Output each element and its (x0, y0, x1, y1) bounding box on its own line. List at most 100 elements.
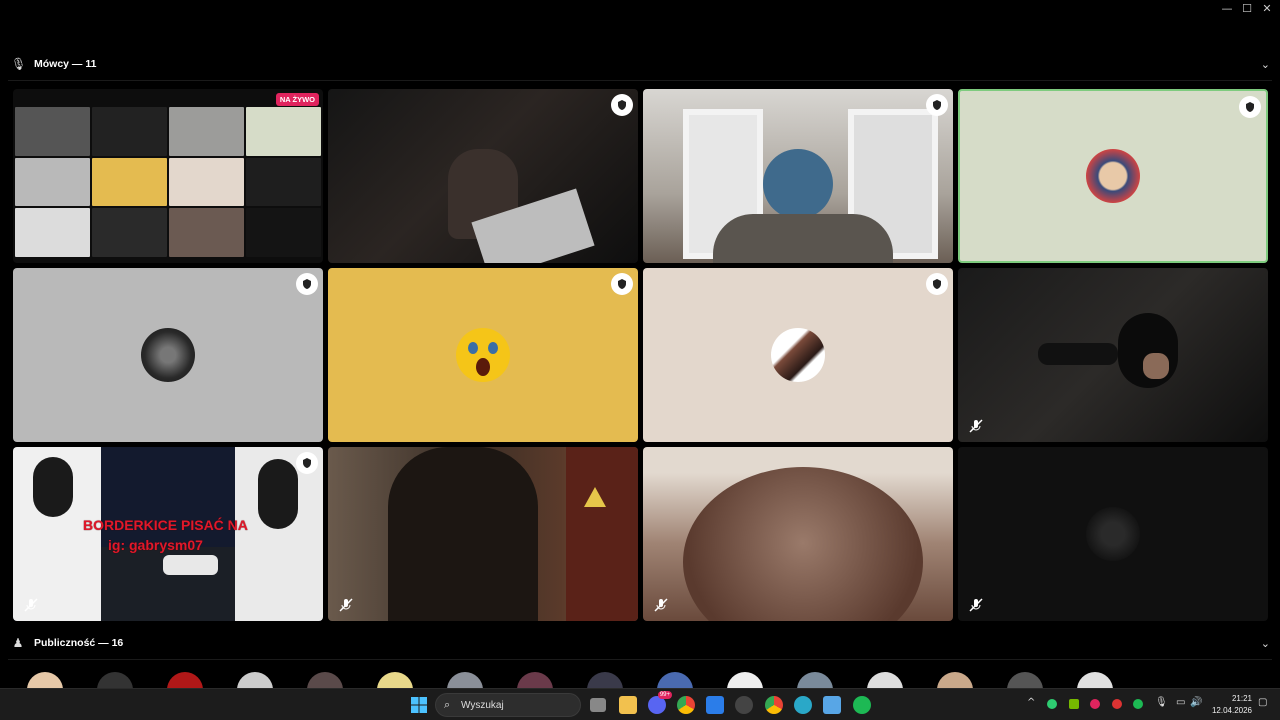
overlay-text-line2: ig: gabrysm07 (108, 537, 203, 553)
audience-avatar[interactable] (377, 672, 413, 688)
chevron-down-icon[interactable]: ⌄ (1261, 637, 1270, 650)
car (163, 555, 218, 575)
audience-avatar[interactable] (307, 672, 343, 688)
speakers-title: Mówcy — 11 (34, 58, 97, 70)
chrome-icon[interactable] (765, 696, 783, 714)
time: 21:21 (1231, 694, 1252, 703)
tray-expand-icon[interactable]: ^ (1027, 697, 1035, 708)
avatar (1086, 507, 1140, 561)
search-icon: ⌕ (444, 698, 451, 711)
file-explorer-icon[interactable] (619, 696, 637, 714)
audience-avatar[interactable] (937, 672, 973, 688)
discord-icon[interactable]: 99+ (648, 691, 672, 714)
speaker-tile-avatar-7[interactable] (643, 268, 953, 442)
manga-figure-left (33, 457, 73, 517)
windows-start-icon[interactable] (410, 696, 428, 714)
microphone-icon: 🎙 (11, 57, 27, 71)
speaker-tile-image-9[interactable]: BORDERKICE PISAĆ NA ig: gabrysm07 (13, 447, 323, 621)
person-silhouette (388, 447, 538, 621)
store-icon[interactable] (706, 696, 724, 714)
audience-title: Publiczność — 16 (34, 637, 124, 649)
speaker-tile-camera-2[interactable] (328, 89, 638, 263)
window-controls: — ☐ ✕ (1220, 2, 1274, 16)
close-button[interactable]: ✕ (1260, 2, 1274, 16)
audience-avatar[interactable] (447, 672, 483, 688)
overlay-text-line1: BORDERKICE PISAĆ NA (83, 517, 248, 533)
browser-icon[interactable] (794, 696, 812, 714)
speaker-tile-avatar-4[interactable] (958, 89, 1268, 263)
audience-avatar[interactable] (1007, 672, 1043, 688)
mod-badge (926, 94, 948, 116)
mod-badge (296, 273, 318, 295)
speaker-tile-camera-11[interactable] (643, 447, 953, 621)
mod-badge (611, 273, 633, 295)
mic-arm (1038, 343, 1118, 365)
avatar (456, 328, 510, 382)
hair-blur (683, 467, 923, 621)
speaker-tile-avatar-12[interactable] (958, 447, 1268, 621)
avatar (141, 328, 195, 382)
audience-avatar[interactable] (797, 672, 833, 688)
tray-app-icon[interactable] (1112, 699, 1122, 709)
taskbar-search[interactable]: ⌕ Wyszukaj (435, 693, 581, 717)
app-icon[interactable] (735, 696, 753, 714)
audience-avatar[interactable] (97, 672, 133, 688)
audience-avatar[interactable] (1077, 672, 1113, 688)
speaker-tile-camera-8[interactable] (958, 268, 1268, 442)
speaker-tile-avatar-5[interactable] (13, 268, 323, 442)
spotify-tray-icon[interactable] (1133, 699, 1143, 709)
audience-avatar[interactable] (867, 672, 903, 688)
mic-muted-icon (969, 419, 983, 433)
microphone-icon[interactable]: 🎙 (1155, 697, 1168, 708)
speaker-tile-screenshare[interactable]: NA ŻYWO (13, 89, 323, 263)
mod-badge (926, 273, 948, 295)
network-icon[interactable]: ▭ (1176, 697, 1185, 708)
mod-badge (296, 452, 318, 474)
person-body (713, 214, 893, 263)
person-hand (1143, 353, 1169, 379)
audience-list (0, 670, 1280, 688)
person-silhouette (763, 149, 833, 219)
tray-app-icon[interactable] (1090, 699, 1100, 709)
volume-icon[interactable]: 🔊 (1190, 697, 1202, 708)
maximize-button[interactable]: ☐ (1240, 2, 1254, 16)
audience-icon: ♟ (12, 636, 24, 650)
audience-avatar[interactable] (657, 672, 693, 688)
taskbar: ⌕ Wyszukaj 99+ ^ 🎙 ▭ 🔊 21:21 12.04.2026 … (0, 688, 1280, 720)
mic-muted-icon (969, 598, 983, 612)
chrome-icon[interactable] (677, 696, 695, 714)
audience-avatar[interactable] (237, 672, 273, 688)
date: 12.04.2026 (1211, 706, 1252, 715)
audience-avatar[interactable] (587, 672, 623, 688)
notifications-icon[interactable]: ▢ (1258, 697, 1267, 708)
speaker-tile-avatar-6[interactable] (328, 268, 638, 442)
nvidia-icon[interactable] (1069, 699, 1079, 709)
speaker-tile-camera-10[interactable] (328, 447, 638, 621)
clock[interactable]: 21:21 12.04.2026 (1212, 693, 1252, 717)
divider (8, 80, 1272, 81)
stream-preview (15, 107, 321, 257)
mic-muted-icon (24, 598, 38, 612)
spotify-icon[interactable] (853, 696, 871, 714)
audience-avatar[interactable] (167, 672, 203, 688)
tray-app-icon[interactable] (1047, 699, 1057, 709)
avatar (771, 328, 825, 382)
live-badge: NA ŻYWO (275, 93, 319, 106)
audience-avatar[interactable] (517, 672, 553, 688)
chevron-down-icon[interactable]: ⌄ (1261, 58, 1270, 71)
task-view-icon[interactable] (590, 698, 606, 712)
door (566, 447, 638, 621)
audience-avatar[interactable] (727, 672, 763, 688)
search-placeholder: Wyszukaj (461, 700, 504, 711)
minimize-button[interactable]: — (1220, 2, 1234, 16)
audience-header[interactable]: ♟ Publiczność — 16 ⌄ (0, 632, 1280, 654)
speaker-tile-camera-3[interactable] (643, 89, 953, 263)
face-eye (468, 342, 478, 354)
notepad-icon[interactable] (823, 696, 841, 714)
manga-figure-right (258, 459, 298, 529)
mod-badge (611, 94, 633, 116)
mic-muted-icon (339, 598, 353, 612)
speakers-header[interactable]: 🎙 Mówcy — 11 ⌄ (0, 53, 1280, 75)
audience-avatar[interactable] (27, 672, 63, 688)
notification-count: 99+ (657, 691, 672, 699)
